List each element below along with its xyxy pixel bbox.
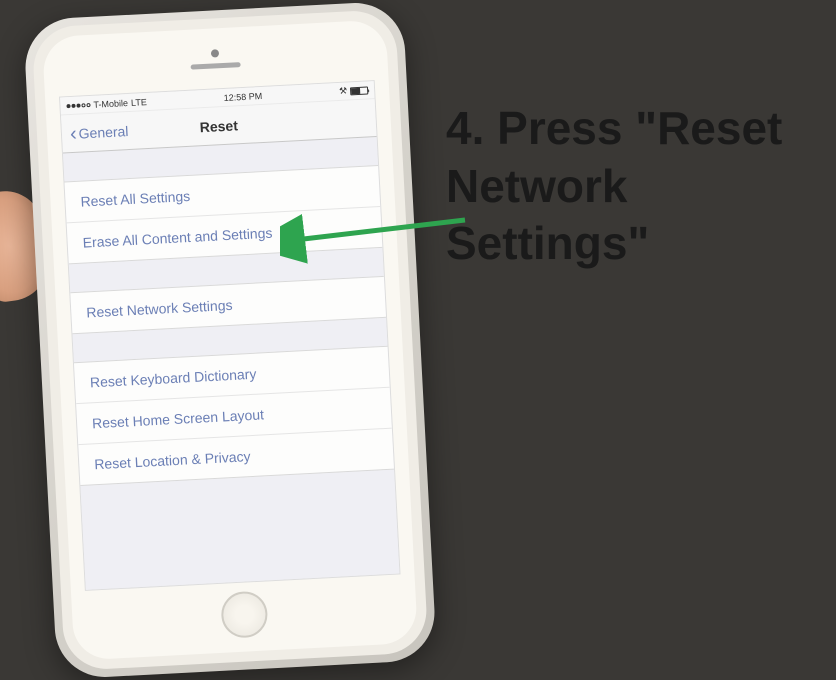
settings-group-2: Reset Network Settings xyxy=(70,276,386,334)
home-button[interactable] xyxy=(220,590,268,638)
reset-network-settings-row[interactable]: Reset Network Settings xyxy=(70,277,386,333)
chevron-left-icon: ‹ xyxy=(69,123,77,143)
back-label: General xyxy=(78,123,129,142)
page-title: Reset xyxy=(199,117,238,135)
signal-strength-icon xyxy=(66,102,90,107)
row-label: Reset Home Screen Layout xyxy=(92,406,265,431)
row-label: Reset Location & Privacy xyxy=(94,448,251,472)
phone-frame: T-Mobile LTE 12:58 PM ⚒ ‹ General xyxy=(23,1,437,680)
row-label: Reset All Settings xyxy=(80,188,190,210)
settings-group-3: Reset Keyboard Dictionary Reset Home Scr… xyxy=(74,346,394,486)
phone-screen: T-Mobile LTE 12:58 PM ⚒ ‹ General xyxy=(59,80,400,591)
row-label: Reset Network Settings xyxy=(86,297,233,321)
instruction-text: 4. Press "Reset Network Settings" xyxy=(446,100,806,273)
settings-group-1: Reset All Settings Erase All Content and… xyxy=(64,165,382,264)
front-camera-icon xyxy=(211,49,219,57)
row-label: Reset Keyboard Dictionary xyxy=(90,366,257,391)
network-label: LTE xyxy=(131,97,147,108)
carrier-label: T-Mobile xyxy=(93,98,128,110)
status-time: 12:58 PM xyxy=(223,90,262,102)
row-label: Erase All Content and Settings xyxy=(82,225,272,251)
content-area: Reset All Settings Erase All Content and… xyxy=(63,137,399,590)
back-button[interactable]: ‹ General xyxy=(69,121,128,144)
earpiece-icon xyxy=(191,62,241,70)
bluetooth-icon: ⚒ xyxy=(339,86,348,97)
battery-icon xyxy=(350,86,368,95)
